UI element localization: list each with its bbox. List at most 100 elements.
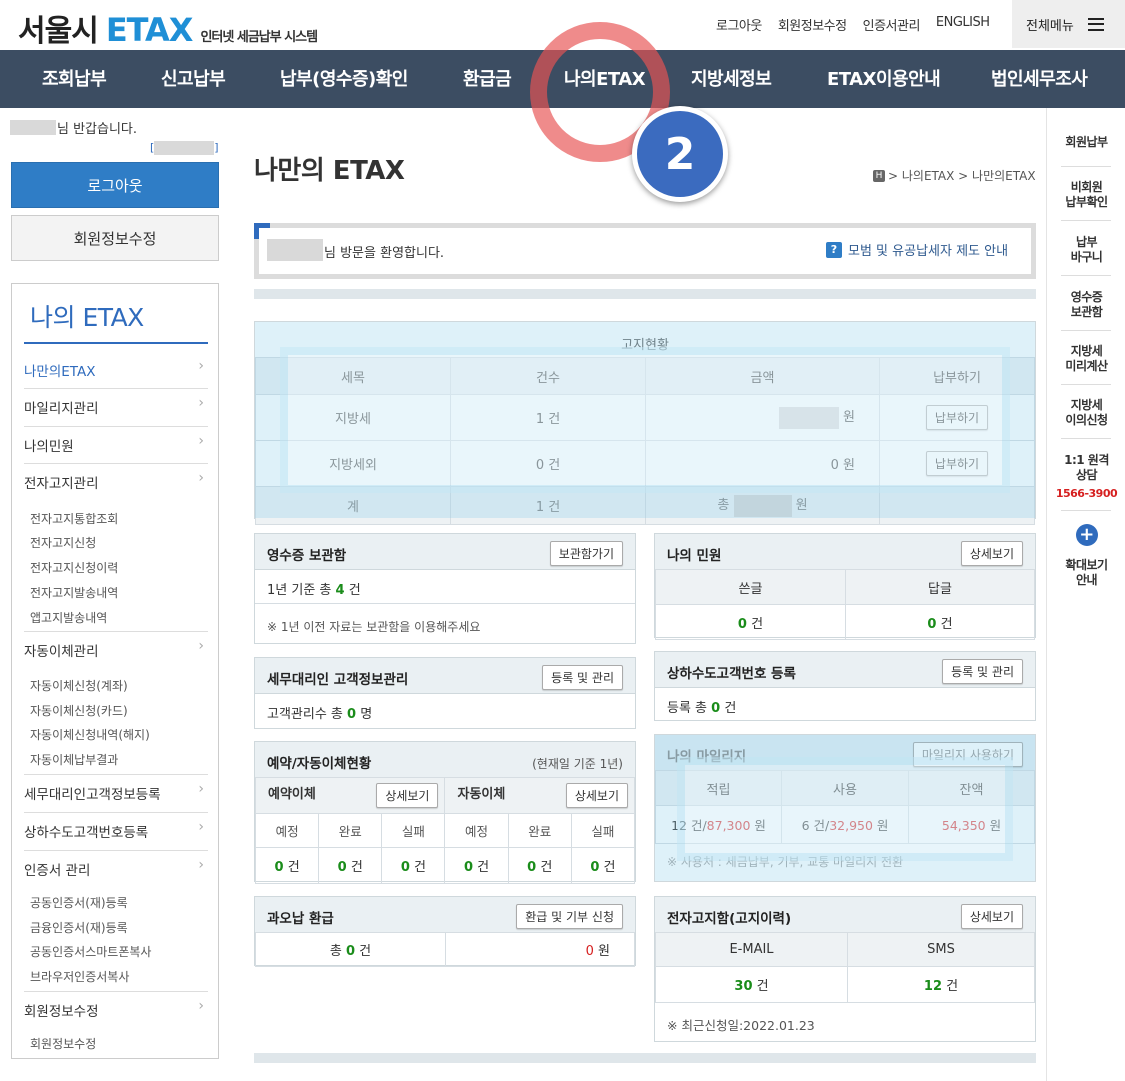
nav-sub-member-edit[interactable]: 회원정보수정 [30,1035,96,1052]
nav-tax-agent[interactable]: 세무대리인고객정보등록 › [24,774,208,803]
chevron-right-icon: › [198,998,204,1014]
e-notice-recent: ※ 최근신청일:2022.01.23 [667,1018,815,1033]
gnb-local-tax-info[interactable]: 지방세정보 [691,65,772,91]
nav-sub-e-notice-apply[interactable]: 전자고지신청 [30,534,96,551]
quick-member-pay[interactable]: 회원납부 [1047,135,1125,150]
e-notice-panel: 전자고지함(고지이력) 상세보기 E-MAIL SMS 30 건 12 건 ※ 최근신… [654,896,1036,1042]
gnb-etax-guide[interactable]: ETAX이용안내 [827,65,941,91]
chevron-right-icon: › [198,857,204,873]
quick-pay-basket[interactable]: 납부 바구니 [1047,235,1125,265]
home-icon[interactable]: H [873,169,885,182]
refund-title: 과오납 환급 [267,911,334,927]
auto-transfer-panel: 예약/자동이체현황 (현재일 기준 1년) 예약이체 상세보기 자동이체 상세보기 예… [254,741,636,884]
chevron-right-icon: › [198,433,204,449]
mileage-panel: 나의 마일리지 마일리지 사용하기 적립 사용 잔액 12 건/87,300 원 6 … [654,734,1036,882]
nav-water-number[interactable]: 상하수도고객번호등록 › [24,812,208,841]
tax-agent-panel: 세무대리인 고객정보관리 등록 및 관리 고객관리수 총 0 명 [254,657,636,729]
breadcrumb: H > 나의ETAX > 나만의ETAX [873,167,1036,184]
water-title: 상하수도고객번호 등록 [667,666,796,682]
nav-sub-finance-cert[interactable]: 금융인증서(재)등록 [30,919,128,936]
receipt-title: 영수증 보관함 [267,548,347,564]
quick-guest-pay-check[interactable]: 비회원 납부확인 [1047,180,1125,210]
civil-title: 나의 민원 [667,548,722,564]
nav-my-etax[interactable]: 나만의ETAX › [24,358,208,380]
tax-agent-title: 세무대리인 고객정보관리 [267,672,409,688]
hamburger-icon [1087,17,1104,31]
nav-auto-transfer[interactable]: 자동이체관리 › [24,631,208,660]
question-icon: ? [826,241,842,258]
nav-sub-cert-phone-copy[interactable]: 공동인증서스마트폰복사 [30,943,151,960]
reserve-detail-button[interactable]: 상세보기 [376,783,439,808]
nav-certificate[interactable]: 인증서 관리 › [24,850,208,879]
quick-menu-rail: 회원납부 비회원 납부확인 납부 바구니 영수증 보관함 지방세 미리계산 지방… [1046,108,1125,1081]
greeting-text: 님 반갑습니다. [57,122,138,137]
auto-detail-button[interactable]: 상세보기 [565,783,628,808]
nav-sub-auto-account[interactable]: 자동이체신청(계좌) [30,677,128,694]
gnb-inquiry-pay[interactable]: 조회납부 [42,65,107,91]
auto-title: 예약/자동이체현황 [267,756,372,772]
receipt-go-button[interactable]: 보관함가기 [549,541,623,566]
divider-bar [254,289,1036,299]
civil-detail-button[interactable]: 상세보기 [960,541,1023,566]
certificate-link[interactable]: 인증서관리 [863,15,921,34]
edit-info-button[interactable]: 회원정보수정 [11,215,219,261]
nav-sub-joint-cert[interactable]: 공동인증서(재)등록 [30,894,128,911]
logout-link[interactable]: 로그아웃 [716,15,762,34]
nav-sub-app-notice-sent[interactable]: 앱고지발송내역 [30,609,107,626]
water-manage-button[interactable]: 등록 및 관리 [942,659,1023,684]
nav-member-info[interactable]: 회원정보수정 › [24,991,208,1020]
quick-remote-consult[interactable]: 1:1 원격 상담 [1047,453,1125,483]
nav-sub-e-notice-search[interactable]: 전자고지통합조회 [30,510,118,527]
bottom-divider-bar [254,1053,1036,1063]
nav-mileage[interactable]: 마일리지관리 › [24,388,208,417]
receipt-note: ※ 1년 이전 자료는 보관함을 이용해주세요 [267,620,481,634]
gnb-refund[interactable]: 환급금 [463,65,512,91]
page-title: 나만의 ETAX [254,156,405,186]
nav-sub-auto-card[interactable]: 자동이체신청(카드) [30,702,128,719]
chevron-right-icon: › [198,781,204,797]
nav-civil[interactable]: 나의민원 › [24,426,208,455]
chevron-right-icon: › [198,395,204,411]
e-notice-title: 전자고지함(고지이력) [667,911,792,927]
nav-sub-browser-cert[interactable]: 브라우저인증서복사 [30,968,129,985]
logout-button[interactable]: 로그아웃 [11,162,219,208]
refund-panel: 과오납 환급 환급 및 기부 신청 총 0 건 0 원 [254,896,636,967]
consult-phone: 1566-3900 [1055,487,1118,500]
quick-tax-calc[interactable]: 지방세 미리계산 [1047,344,1125,374]
nav-sub-auto-result[interactable]: 자동이체납부결과 [30,751,118,768]
refund-apply-button[interactable]: 환급 및 기부 신청 [516,904,623,929]
site-logo[interactable]: 서울시 ETAX 인터넷 세금납부 시스템 [18,6,318,50]
gnb-report-pay[interactable]: 신고납부 [161,65,226,91]
welcome-text: 님 방문을 환영합니다. [324,246,445,261]
tax-agent-manage-button[interactable]: 등록 및 관리 [542,665,623,690]
left-nav-title: 나의 ETAX [30,303,144,332]
chevron-right-icon: › [198,819,204,835]
civil-panel: 나의 민원 상세보기 쓴글 답글 0 건0 건 [654,533,1036,640]
nav-e-notice[interactable]: 전자고지관리 › [24,463,208,492]
quick-receipt-box[interactable]: 영수증 보관함 [1047,290,1125,320]
masked-id-bracket: [] [150,141,219,155]
highlight-inner [280,347,1010,493]
notice-status-panel: 고지현황 세목 건수 금액 납부하기 지방세 1 건 원 납부하기 지방세외 0… [254,321,1036,525]
utility-links: 로그아웃 회원정보수정 인증서관리 ENGLISH [716,15,990,34]
e-notice-detail-button[interactable]: 상세보기 [960,904,1023,929]
logo-subtitle: 인터넷 세금납부 시스템 [200,30,318,45]
gnb-corporate-audit[interactable]: 법인세무조사 [991,65,1088,91]
nav-sub-e-notice-history[interactable]: 전자고지신청이력 [30,559,118,576]
quick-objection[interactable]: 지방세 이의신청 [1047,398,1125,428]
edit-member-link[interactable]: 회원정보수정 [778,15,847,34]
english-link[interactable]: ENGLISH [936,15,990,34]
all-menu-button[interactable]: 전체메뉴 [1012,0,1125,48]
chevron-right-icon: › [198,358,204,374]
gnb-receipt-check[interactable]: 납부(영수증)확인 [280,65,408,91]
zoom-guide[interactable]: 확대보기 안내 [1047,558,1125,588]
chevron-right-icon: › [198,470,204,486]
nav-sub-e-notice-sent[interactable]: 전자고지발송내역 [30,584,118,601]
nav-sub-auto-cancel[interactable]: 자동이체신청내역(해지) [30,726,150,743]
masked-username [10,120,56,135]
welcome-box: 님 방문을 환영합니다. ? 모범 및 유공납세자 제도 안내 [254,223,1036,279]
step-badge: 2 [632,106,728,202]
highlight-inner [677,757,1013,861]
guide-link[interactable]: ? 모범 및 유공납세자 제도 안내 [826,240,1008,259]
zoom-plus-icon[interactable]: + [1047,524,1125,546]
